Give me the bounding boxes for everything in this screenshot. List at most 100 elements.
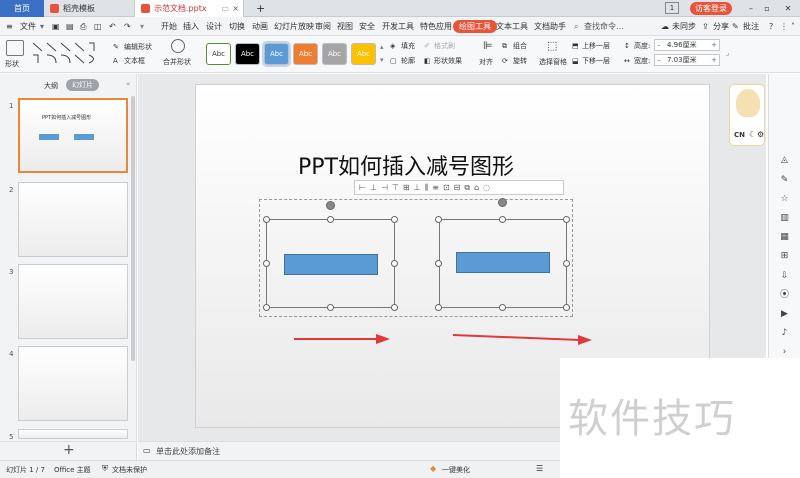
menu-file-arrow-icon[interactable]: ▾ <box>40 20 44 33</box>
view-normal-icon[interactable]: ☰ <box>536 464 543 473</box>
textbox-button[interactable]: 文本框 <box>124 56 145 66</box>
equal-height-icon[interactable]: ⊟ <box>454 183 465 192</box>
mascot-widget[interactable]: CN ☾ ⚙ <box>729 84 765 146</box>
more-icon[interactable]: ◌ <box>483 183 494 192</box>
edit-icon[interactable]: ✎ <box>778 174 791 187</box>
theme-name[interactable]: Office 主题 <box>54 465 91 475</box>
menu-doc-assistant[interactable]: 文档助手 <box>534 20 566 33</box>
resize-handle[interactable] <box>563 304 570 311</box>
menu-drawing-tools[interactable]: 绘图工具 <box>453 20 497 33</box>
new-tab-button[interactable]: + <box>250 0 266 17</box>
menu-start[interactable]: 开始 <box>161 20 177 33</box>
outline-button[interactable]: 轮廓 <box>401 56 415 66</box>
guest-login-button[interactable]: 访客登录 <box>690 0 748 17</box>
width-decrease-icon[interactable]: – <box>657 55 661 65</box>
slide-thumb-2[interactable] <box>18 182 128 257</box>
help-icon[interactable]: ? <box>769 20 773 33</box>
resize-handle[interactable] <box>499 216 506 223</box>
align-middle-icon[interactable]: ⊞ <box>403 183 414 192</box>
align-right-icon[interactable]: ⊣ <box>381 183 392 192</box>
menu-design[interactable]: 设计 <box>206 20 222 33</box>
align-bottom-icon[interactable]: ⊥ <box>414 183 425 192</box>
line-shapes-gallery[interactable] <box>30 40 108 66</box>
panel-scrollbar[interactable] <box>131 96 135 361</box>
layout-icon[interactable]: ▦ <box>778 231 791 244</box>
media-icon[interactable]: ▶ <box>778 308 791 321</box>
collapse-ribbon-icon[interactable]: ˄ <box>791 20 795 33</box>
beautify-button[interactable]: 一键美化 <box>442 465 470 475</box>
comment-icon[interactable]: ✎ <box>732 20 739 33</box>
style-scroll-up-icon[interactable]: ▴ <box>380 42 384 52</box>
menu-review[interactable]: 审阅 <box>315 20 331 33</box>
width-input[interactable]: – 7.03厘米 + <box>654 54 720 66</box>
resize-handle[interactable] <box>499 304 506 311</box>
resize-handle[interactable] <box>435 304 442 311</box>
resize-handle[interactable] <box>435 260 442 267</box>
style-scroll-down-icon[interactable]: ▾ <box>380 55 384 65</box>
lock-icon[interactable]: ⌂ <box>474 183 483 192</box>
more-options-icon[interactable]: ⋮ <box>780 20 788 33</box>
share-button[interactable]: 分享 <box>713 20 729 33</box>
sound-icon[interactable]: ♪ <box>778 327 791 340</box>
open-icon[interactable]: ▤ <box>66 20 74 33</box>
resize-handle[interactable] <box>435 216 442 223</box>
style-white[interactable]: Abc <box>206 43 231 65</box>
align-button[interactable]: 对齐 <box>479 57 493 67</box>
resize-handle[interactable] <box>327 216 334 223</box>
send-backward-button[interactable]: 下移一层 <box>582 56 610 66</box>
height-input[interactable]: – 4.96厘米 + <box>654 39 720 51</box>
tab-outline[interactable]: 大纲 <box>44 81 58 91</box>
height-increase-icon[interactable]: + <box>711 40 717 50</box>
rotate-handle[interactable] <box>326 201 335 210</box>
add-slide-button[interactable]: + <box>63 442 75 458</box>
style-blue[interactable]: Abc <box>262 41 291 67</box>
menu-animation[interactable]: 动画 <box>252 20 268 33</box>
selection-pane-button[interactable]: 选择窗格 <box>539 57 567 67</box>
group-button[interactable]: 组合 <box>513 41 527 51</box>
shape-gallery-icon[interactable] <box>6 40 24 56</box>
export-icon[interactable]: ⇩ <box>778 270 791 283</box>
fill-button[interactable]: 填充 <box>401 41 415 51</box>
menu-security[interactable]: 安全 <box>359 20 375 33</box>
resize-handle[interactable] <box>391 216 398 223</box>
resize-handle[interactable] <box>263 260 270 267</box>
resize-handle[interactable] <box>391 304 398 311</box>
menu-slideshow[interactable]: 幻灯片放映 <box>274 20 314 33</box>
merge-shape-button[interactable]: 合并形状 <box>163 57 191 67</box>
format-brush-button[interactable]: 格式刷 <box>434 41 455 51</box>
share-icon[interactable]: ⇪ <box>702 20 709 33</box>
resize-handle[interactable] <box>263 216 270 223</box>
slide-title[interactable]: PPT如何插入减号图形 <box>298 149 514 181</box>
align-left-icon[interactable]: ⊢ <box>359 183 370 192</box>
slide-thumb-3[interactable] <box>18 264 128 339</box>
menu-text-tools[interactable]: 文本工具 <box>496 20 528 33</box>
resize-handle[interactable] <box>391 260 398 267</box>
menu-insert[interactable]: 插入 <box>183 20 199 33</box>
align-top-icon[interactable]: ⊤ <box>392 183 403 192</box>
slide-thumb-4[interactable] <box>18 346 128 421</box>
tab-home[interactable]: 首页 <box>0 0 44 17</box>
resize-handle[interactable] <box>563 260 570 267</box>
style-orange[interactable]: Abc <box>293 43 318 65</box>
resize-handle[interactable] <box>563 216 570 223</box>
resize-handle[interactable] <box>327 304 334 311</box>
style-gray[interactable]: Abc <box>322 43 347 65</box>
minus-shape-right[interactable] <box>456 252 550 273</box>
undo-icon[interactable]: ↶ <box>109 20 116 33</box>
shape-style-icon[interactable]: ◬ <box>778 154 791 167</box>
print-icon[interactable]: ⎙ <box>80 20 86 33</box>
animation-icon[interactable]: ☆ <box>778 193 791 206</box>
distribute-v-icon[interactable]: ≡ <box>432 183 443 192</box>
rotate-button[interactable]: 旋转 <box>513 56 527 66</box>
paste-icon[interactable]: ⧉ <box>464 183 474 192</box>
align-center-icon[interactable]: ⊥ <box>370 183 381 192</box>
table-icon[interactable]: ⊞ <box>778 250 791 263</box>
chart-icon[interactable]: ▥ <box>778 212 791 225</box>
slide-thumb-1[interactable]: PPT如何插入减号图形 <box>18 98 128 173</box>
equal-width-icon[interactable]: ⊡ <box>443 183 454 192</box>
minus-shape-left[interactable] <box>284 254 378 275</box>
minimize-icon[interactable]: – <box>746 0 756 17</box>
close-tab-icon[interactable]: × <box>232 4 239 13</box>
comment-button[interactable]: 批注 <box>743 20 759 33</box>
hamburger-icon[interactable]: ≡ <box>6 20 13 33</box>
